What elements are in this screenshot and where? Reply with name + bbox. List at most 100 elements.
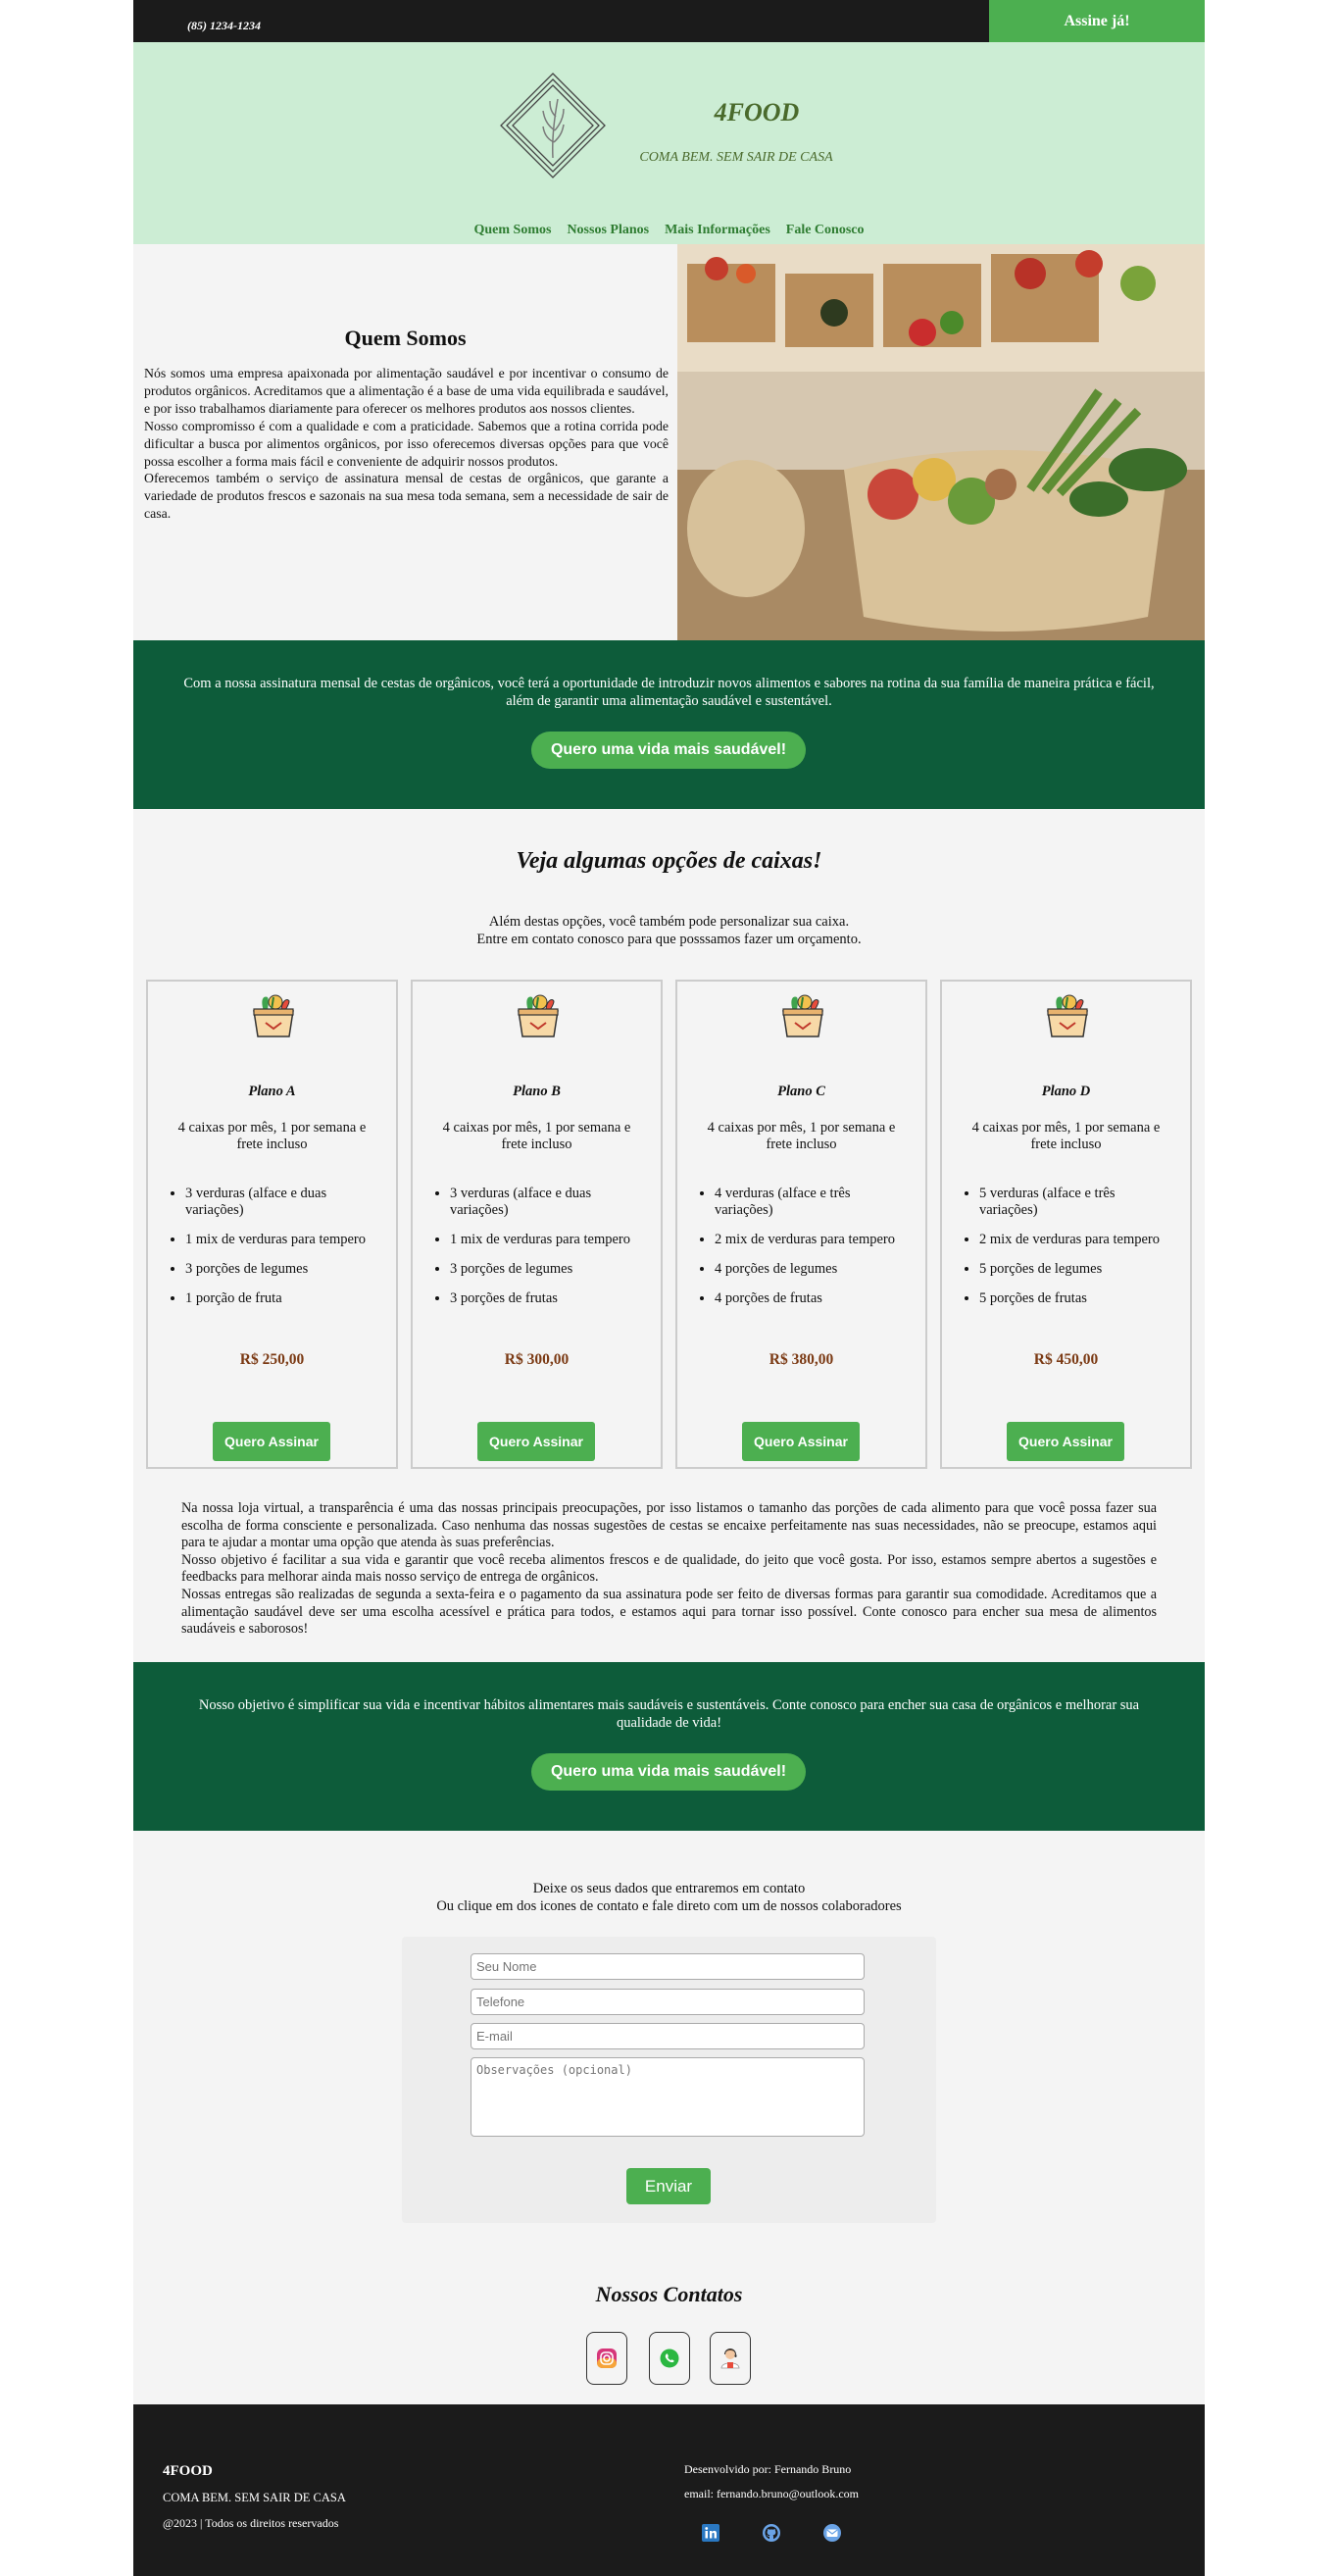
- plan-price: R$ 250,00: [239, 1351, 305, 1368]
- whatsapp-icon: [660, 2349, 679, 2368]
- plan-price: R$ 380,00: [769, 1351, 834, 1368]
- send-button[interactable]: Enviar: [626, 2168, 711, 2204]
- plan-name: Plano C: [777, 1084, 825, 1099]
- subscribe-plan-button[interactable]: Quero Assinar: [742, 1422, 860, 1461]
- whatsapp-contact-button[interactable]: [649, 2332, 690, 2385]
- plan-item: 5 porções de legumes: [979, 1261, 1174, 1278]
- linkedin-link[interactable]: [700, 2522, 721, 2544]
- plan-item: 4 verduras (alface e três variações): [715, 1186, 910, 1219]
- subscribe-now-button[interactable]: Assine já!: [989, 0, 1205, 42]
- plan-item: 1 mix de verduras para tempero: [185, 1232, 380, 1248]
- mail-icon: [823, 2524, 841, 2542]
- about-section: Quem Somos Nós somos uma empresa apaixon…: [133, 244, 677, 640]
- plans-subtitle-line-2: Entre em contato conosco para que posssa…: [476, 932, 862, 947]
- subscribe-plan-button[interactable]: Quero Assinar: [477, 1422, 595, 1461]
- plan-items: 4 verduras (alface e três variações) 2 mi…: [699, 1186, 910, 1320]
- plan-card: Plano C 4 caixas por mês, 1 por semana e …: [675, 980, 927, 1469]
- healthy-life-cta-button[interactable]: Quero uma vida mais saudável!: [531, 732, 806, 769]
- basket-icon: [511, 989, 566, 1044]
- plan-description: 4 caixas por mês, 1 por semana e frete i…: [707, 1120, 896, 1152]
- plan-price: R$ 300,00: [504, 1351, 570, 1368]
- footer-brand: 4FOOD: [163, 2463, 213, 2479]
- plan-item: 2 mix de verduras para tempero: [715, 1232, 910, 1248]
- plan-description: 4 caixas por mês, 1 por semana e frete i…: [971, 1120, 1161, 1152]
- basket-icon: [246, 989, 301, 1044]
- email-input[interactable]: [471, 2023, 865, 2049]
- nav-link-quem-somos[interactable]: Quem Somos: [473, 223, 551, 238]
- plan-item: 3 porções de legumes: [450, 1261, 645, 1278]
- phone-input[interactable]: [471, 1989, 865, 2015]
- nav-link-nossos-planos[interactable]: Nossos Planos: [567, 223, 649, 238]
- name-input[interactable]: [471, 1953, 865, 1980]
- healthy-life-cta-button-2[interactable]: Quero uma vida mais saudável!: [531, 1753, 806, 1791]
- plan-item: 3 verduras (alface e duas variações): [450, 1186, 645, 1219]
- plan-item: 1 porção de fruta: [185, 1290, 380, 1307]
- mail-link[interactable]: [821, 2522, 843, 2544]
- plan-item: 4 porções de frutas: [715, 1290, 910, 1307]
- banner-subscription: Com a nossa assinatura mensal de cestas …: [133, 640, 1205, 809]
- plan-card: Plano D 4 caixas por mês, 1 por semana e …: [940, 980, 1192, 1469]
- plans-title: Veja algumas opções de caixas!: [516, 848, 822, 874]
- info-paragraph-1: Na nossa loja virtual, a transparência é…: [181, 1500, 1157, 1551]
- plan-description: 4 caixas por mês, 1 por semana e frete i…: [177, 1120, 367, 1152]
- contact-form: Enviar: [402, 1937, 936, 2223]
- about-text: Nós somos uma empresa apaixonada por ali…: [144, 365, 669, 523]
- main-nav: Quem Somos Nossos Planos Mais Informaçõe…: [133, 223, 1205, 238]
- header: 4FOOD COMA BEM. SEM SAIR DE CASA Quem So…: [133, 42, 1205, 244]
- plan-card: Plano B 4 caixas por mês, 1 por semana e …: [411, 980, 663, 1469]
- plan-items: 3 verduras (alface e duas variações) 1 mi…: [170, 1186, 380, 1320]
- brand-slogan: COMA BEM. SEM SAIR DE CASA: [639, 150, 833, 165]
- nav-link-fale-conosco[interactable]: Fale Conosco: [786, 223, 865, 238]
- basket-icon: [775, 989, 830, 1044]
- about-paragraph-1: Nós somos uma empresa apaixonada por ali…: [144, 366, 669, 416]
- banner-goal: Nosso objetivo é simplificar sua vida e …: [133, 1662, 1205, 1831]
- produce-basket-photo: [677, 244, 1205, 640]
- info-text: Na nossa loja virtual, a transparência é…: [181, 1500, 1157, 1639]
- plan-item: 3 verduras (alface e duas variações): [185, 1186, 380, 1219]
- about-paragraph-2: Nosso compromisso é com a qualidade e co…: [144, 418, 669, 469]
- plan-item: 3 porções de legumes: [185, 1261, 380, 1278]
- logo-icon: [500, 73, 606, 178]
- instagram-icon: [597, 2349, 617, 2368]
- subscribe-plan-button[interactable]: Quero Assinar: [1007, 1422, 1124, 1461]
- info-paragraph-2: Nosso objetivo é facilitar a sua vida e …: [181, 1551, 1157, 1586]
- plan-description: 4 caixas por mês, 1 por semana e frete i…: [442, 1120, 631, 1152]
- contact-intro-line-2: Ou clique em dos icones de contato e fal…: [436, 1898, 902, 1914]
- plan-name: Plano D: [1041, 1084, 1091, 1099]
- nav-link-mais-informacoes[interactable]: Mais Informações: [665, 223, 770, 238]
- github-icon: [763, 2524, 780, 2542]
- plans-subtitle: Além destas opções, você também pode per…: [133, 913, 1205, 948]
- contacts-title: Nossos Contatos: [595, 2282, 743, 2306]
- brand-name: 4FOOD: [714, 98, 800, 126]
- linkedin-icon: [702, 2524, 719, 2542]
- notes-textarea[interactable]: [471, 2057, 865, 2137]
- footer-slogan: COMA BEM. SEM SAIR DE CASA: [163, 2491, 346, 2504]
- footer-email: email: fernando.bruno@outlook.com: [684, 2487, 860, 2500]
- contact-intro-line-1: Deixe os seus dados que entraremos em co…: [532, 1881, 806, 1896]
- plan-items: 5 verduras (alface e três variações) 2 mi…: [964, 1186, 1174, 1320]
- plan-item: 1 mix de verduras para tempero: [450, 1232, 645, 1248]
- support-contact-button[interactable]: [710, 2332, 751, 2385]
- footer-developer: Desenvolvido por: Fernando Bruno: [684, 2462, 852, 2476]
- plan-item: 5 verduras (alface e três variações): [979, 1186, 1174, 1219]
- about-title: Quem Somos: [344, 326, 467, 350]
- github-link[interactable]: [761, 2522, 782, 2544]
- phone-number: (85) 1234-1234: [187, 19, 261, 32]
- plan-price: R$ 450,00: [1033, 1351, 1099, 1368]
- subscribe-plan-button[interactable]: Quero Assinar: [213, 1422, 330, 1461]
- top-bar: (85) 1234-1234 Assine já!: [133, 0, 1205, 42]
- plan-item: 3 porções de frutas: [450, 1290, 645, 1307]
- plan-card: Plano A 4 caixas por mês, 1 por semana e …: [146, 980, 398, 1469]
- instagram-contact-button[interactable]: [586, 2332, 627, 2385]
- page: (85) 1234-1234 Assine já! 4FOOD COMA BEM…: [133, 0, 1205, 2576]
- info-paragraph-3: Nossas entregas são realizadas de segund…: [181, 1586, 1157, 1638]
- support-agent-icon: [720, 2349, 740, 2369]
- plan-item: 4 porções de legumes: [715, 1261, 910, 1278]
- plan-items: 3 verduras (alface e duas variações) 1 mi…: [434, 1186, 645, 1320]
- plan-name: Plano A: [248, 1084, 296, 1099]
- plan-item: 2 mix de verduras para tempero: [979, 1232, 1174, 1248]
- about-paragraph-3: Oferecemos também o serviço de assinatur…: [144, 471, 669, 522]
- plan-item: 5 porções de frutas: [979, 1290, 1174, 1307]
- plans-subtitle-line-1: Além destas opções, você também pode per…: [488, 914, 850, 930]
- banner-goal-text: Nosso objetivo é simplificar sua vida e …: [198, 1697, 1140, 1731]
